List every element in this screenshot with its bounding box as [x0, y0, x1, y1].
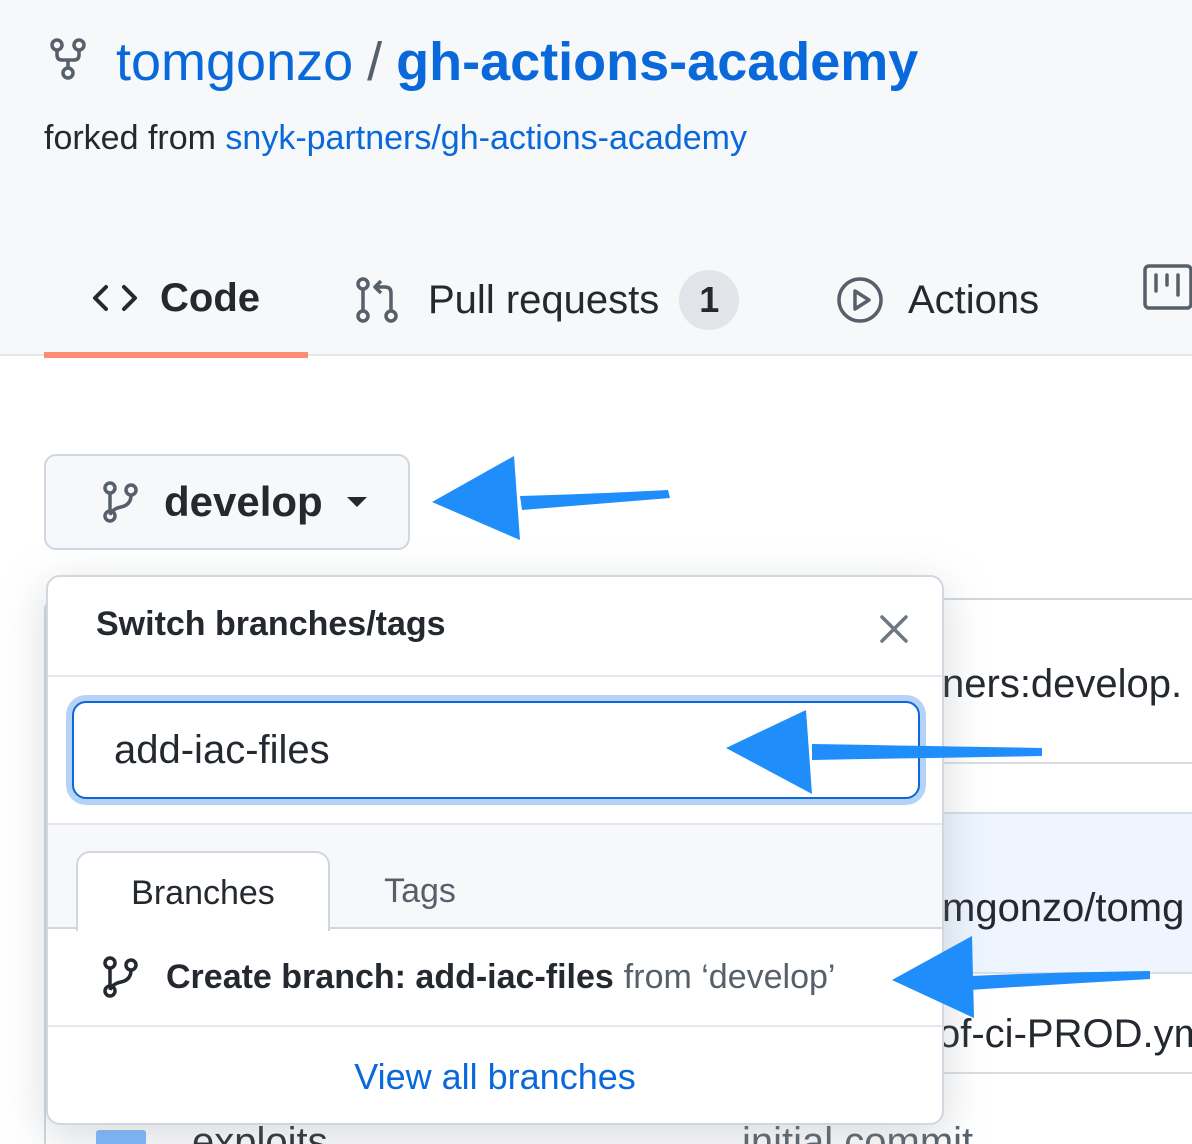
create-branch-item[interactable]: Create branch: add-iac-files from ‘devel… [48, 929, 942, 1027]
branch-filter-input[interactable] [72, 701, 920, 799]
git-branch-icon [103, 481, 138, 523]
code-icon [93, 285, 137, 311]
tab-code-label: Code [160, 275, 260, 320]
project-icon [1143, 264, 1192, 310]
dropdown-tabs: Branches Tags [48, 825, 942, 931]
tab-pull-requests[interactable]: Pull requests 1 [354, 244, 740, 356]
repo-name-link[interactable]: gh-actions-academy [396, 32, 918, 92]
arrow-annotation-icon [432, 456, 670, 540]
forked-from-label: forked from [44, 119, 216, 157]
dropdown-title: Switch branches/tags [96, 605, 446, 643]
play-icon [837, 277, 883, 323]
create-branch-source: from ‘develop’ [623, 957, 836, 996]
dropdown-footer: View all branches [48, 1027, 942, 1123]
dropdown-header: Switch branches/tags [48, 577, 942, 677]
forked-source-link[interactable]: snyk-partners/gh-actions-academy [225, 119, 747, 157]
tab-tags[interactable]: Tags [340, 851, 500, 931]
repo-path-separator: / [367, 32, 383, 92]
git-branch-icon [103, 956, 138, 998]
branch-select-button[interactable]: develop [44, 454, 410, 550]
commit-author-text: mgonzo/tomg [942, 886, 1185, 930]
folder-icon [96, 1130, 146, 1144]
view-all-branches-link[interactable]: View all branches [354, 1056, 636, 1097]
git-pull-request-icon [356, 277, 398, 323]
tab-branches[interactable]: Branches [76, 851, 330, 931]
tab-actions-label: Actions [908, 277, 1040, 322]
triangle-down-icon [346, 497, 367, 507]
close-icon[interactable] [878, 613, 910, 645]
tab-actions[interactable]: Actions [836, 244, 1039, 356]
repo-owner-link[interactable]: tomgonzo [116, 32, 353, 92]
repo-path: tomgonzo / gh-actions-academy [116, 26, 918, 98]
branch-switch-dropdown: Switch branches/tags Branches Tags Creat… [46, 575, 944, 1125]
tab-pull-requests-label: Pull requests [428, 277, 660, 322]
repo-header: tomgonzo / gh-actions-academy forked from … [0, 0, 1192, 358]
create-branch-label: Create branch: add-iac-files [166, 957, 614, 996]
file-name-text: of-ci-PROD.ym [938, 1012, 1192, 1056]
branch-select-label: develop [164, 478, 323, 525]
commit-message-text: ners:develop. [942, 662, 1183, 706]
forked-from-line: forked from snyk-partners/gh-actions-aca… [44, 116, 747, 160]
repo-forked-icon [50, 38, 86, 80]
filter-area [48, 677, 942, 825]
tab-code[interactable]: Code [44, 244, 308, 358]
pull-requests-counter: 1 [679, 270, 740, 330]
tab-projects[interactable] [1142, 262, 1192, 312]
